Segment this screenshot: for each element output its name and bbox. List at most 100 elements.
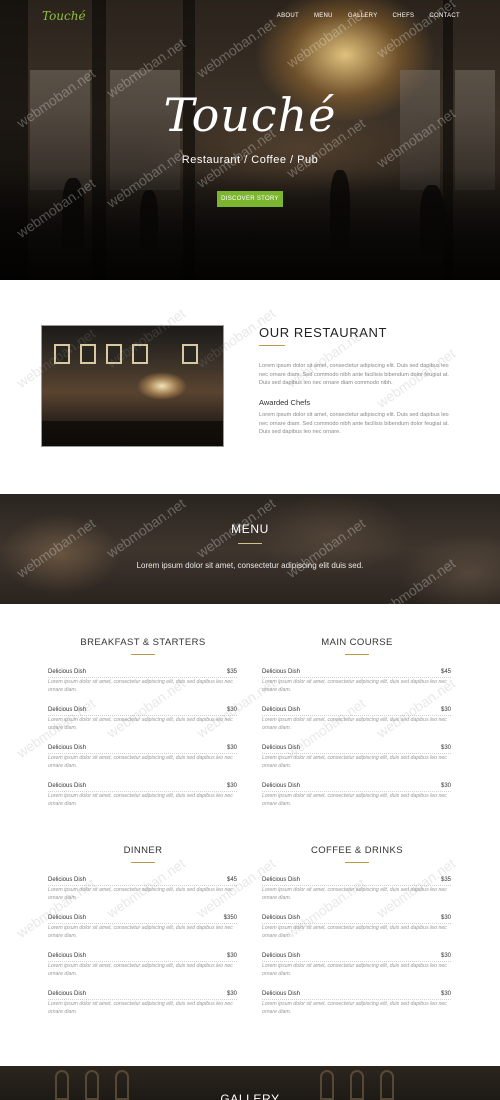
menu-section-title: MAIN COURSE <box>321 637 393 648</box>
menu-item-description: Lorem ipsum dolor sit amet, consectetur … <box>262 793 447 807</box>
menu-item: Delicious Dish $350 Lorem ipsum dolor sit … <box>48 915 237 940</box>
nav-item-gallery[interactable]: GALLERY <box>348 13 378 19</box>
menu-item-row: Delicious Dish $30 <box>262 745 451 754</box>
gallery-title: GALLERY <box>220 1092 280 1100</box>
menu-item: Delicious Dish $30 Lorem ipsum dolor sit a… <box>262 991 451 1016</box>
menu-item-row: Delicious Dish $30 <box>262 915 451 924</box>
menu-item: Delicious Dish $30 Lorem ipsum dolor sit a… <box>262 745 451 770</box>
menu-section-divider <box>131 862 155 863</box>
photo-frame <box>54 344 70 364</box>
about-subheading: Awarded Chefs <box>259 398 311 407</box>
menu-item-price: $30 <box>440 915 451 921</box>
menu-item-name: Delicious Dish <box>48 915 87 921</box>
menu-item-price: $45 <box>440 669 451 675</box>
menu-item: Delicious Dish $30 Lorem ipsum dolor sit a… <box>48 991 237 1016</box>
menu-item: Delicious Dish $30 Lorem ipsum dolor sit a… <box>48 953 237 978</box>
menu-item-row: Delicious Dish $350 <box>48 915 237 924</box>
about-paragraph: Lorem ipsum dolor sit amet, consectetur … <box>259 363 449 387</box>
menu-item-name: Delicious Dish <box>262 669 301 675</box>
menu-item: Delicious Dish $30 Lorem ipsum dolor sit a… <box>262 953 451 978</box>
hero-section: Touché ABOUT MENU GALLERY CHEFS CONTACT … <box>0 0 500 280</box>
gallery-section: GALLERY <box>0 1066 500 1100</box>
menu-item: Delicious Dish $30 Lorem ipsum dolor sit a… <box>48 707 237 732</box>
hero-figure <box>62 178 84 248</box>
menu-item-row: Delicious Dish $35 <box>48 669 237 678</box>
hero-figure <box>140 190 158 250</box>
menu-item: Delicious Dish $35 Lorem ipsum dolor sit a… <box>262 877 451 902</box>
menu-item-description: Lorem ipsum dolor sit amet, consectetur … <box>48 925 233 939</box>
nav-item-about[interactable]: ABOUT <box>277 13 299 19</box>
menu-item-row: Delicious Dish $30 <box>48 953 237 962</box>
menu-item: Delicious Dish $35 Lorem ipsum dolor sit a… <box>48 669 237 694</box>
nav-item-chefs[interactable]: CHEFS <box>393 13 415 19</box>
menu-item-row: Delicious Dish $30 <box>262 707 451 716</box>
menu-item-price: $35 <box>226 669 237 675</box>
menu-banner-title: MENU <box>231 522 269 536</box>
menu-item-description: Lorem ipsum dolor sit amet, consectetur … <box>262 679 447 693</box>
menu-item-description: Lorem ipsum dolor sit amet, consectetur … <box>48 1001 233 1015</box>
menu-item: Delicious Dish $30 Lorem ipsum dolor sit a… <box>262 915 451 940</box>
hero-figure <box>330 170 350 250</box>
photo-frame <box>80 344 96 364</box>
menu-item: Delicious Dish $30 Lorem ipsum dolor sit a… <box>262 707 451 732</box>
menu-item-name: Delicious Dish <box>262 707 301 713</box>
about-divider <box>259 345 285 346</box>
menu-item-name: Delicious Dish <box>262 991 301 997</box>
menu-item-name: Delicious Dish <box>48 783 87 789</box>
nav-item-menu[interactable]: MENU <box>314 13 333 19</box>
menu-item-name: Delicious Dish <box>48 877 87 883</box>
menu-item-description: Lorem ipsum dolor sit amet, consectetur … <box>48 755 233 769</box>
discover-story-button[interactable]: DISCOVER STORY <box>217 191 283 207</box>
menu-item-price: $30 <box>440 783 451 789</box>
menu-section-title: BREAKFAST & STARTERS <box>80 637 206 648</box>
menu-item-row: Delicious Dish $30 <box>48 991 237 1000</box>
menu-item-price: $30 <box>226 783 237 789</box>
menu-item-row: Delicious Dish $30 <box>48 707 237 716</box>
menu-item-name: Delicious Dish <box>48 745 87 751</box>
menu-item-description: Lorem ipsum dolor sit amet, consectetur … <box>262 755 447 769</box>
menu-banner-subtitle: Lorem ipsum dolor sit amet, consectetur … <box>136 561 364 570</box>
menu-item: Delicious Dish $45 Lorem ipsum dolor sit a… <box>262 669 451 694</box>
menu-item-row: Delicious Dish $45 <box>48 877 237 886</box>
menu-item-description: Lorem ipsum dolor sit amet, consectetur … <box>48 793 233 807</box>
menu-item-name: Delicious Dish <box>48 953 87 959</box>
menu-item-name: Delicious Dish <box>262 877 301 883</box>
menu-item-row: Delicious Dish $45 <box>262 669 451 678</box>
menu-item-price: $45 <box>226 877 237 883</box>
menu-section-divider <box>131 654 155 655</box>
about-title: OUR RESTAURANT <box>259 325 388 340</box>
menu-item-row: Delicious Dish $30 <box>262 783 451 792</box>
menu-item-row: Delicious Dish $30 <box>48 783 237 792</box>
menu-item-description: Lorem ipsum dolor sit amet, consectetur … <box>262 925 447 939</box>
menu-section-title: DINNER <box>123 845 163 856</box>
menu-item-name: Delicious Dish <box>48 991 87 997</box>
menu-item-description: Lorem ipsum dolor sit amet, consectetur … <box>262 887 447 901</box>
menu-item-price: $30 <box>226 953 237 959</box>
hero-subtitle: Restaurant / Coffee / Pub <box>181 154 319 166</box>
menu-item: Delicious Dish $45 Lorem ipsum dolor sit a… <box>48 877 237 902</box>
menu-item-name: Delicious Dish <box>262 783 301 789</box>
menu-section-divider <box>345 862 369 863</box>
brand-logo[interactable]: Touché <box>42 9 86 23</box>
menu-item: Delicious Dish $30 Lorem ipsum dolor sit a… <box>48 745 237 770</box>
main-nav: ABOUT MENU GALLERY CHEFS CONTACT <box>277 13 460 19</box>
menu-item-description: Lorem ipsum dolor sit amet, consectetur … <box>262 963 447 977</box>
menu-item-row: Delicious Dish $30 <box>262 991 451 1000</box>
nav-item-contact[interactable]: CONTACT <box>429 13 460 19</box>
menu-item-price: $35 <box>440 877 451 883</box>
menu-item-price: $30 <box>226 745 237 751</box>
photo-counter <box>42 421 223 446</box>
menu-banner: MENU Lorem ipsum dolor sit amet, consect… <box>0 494 500 604</box>
menu-item-description: Lorem ipsum dolor sit amet, consectetur … <box>262 1001 447 1015</box>
hero-figure <box>420 185 444 255</box>
menu-item-price: $30 <box>440 991 451 997</box>
menu-item-row: Delicious Dish $30 <box>262 953 451 962</box>
menu-item-name: Delicious Dish <box>262 745 301 751</box>
menu-section-title: COFFEE & DRINKS <box>310 845 404 856</box>
menu-item-price: $30 <box>226 991 237 997</box>
hero-title: Touché <box>163 88 337 142</box>
photo-frame <box>182 344 198 364</box>
menu-item-name: Delicious Dish <box>48 707 87 713</box>
menu-item-description: Lorem ipsum dolor sit amet, consectetur … <box>48 679 233 693</box>
menu-item-description: Lorem ipsum dolor sit amet, consectetur … <box>48 963 233 977</box>
